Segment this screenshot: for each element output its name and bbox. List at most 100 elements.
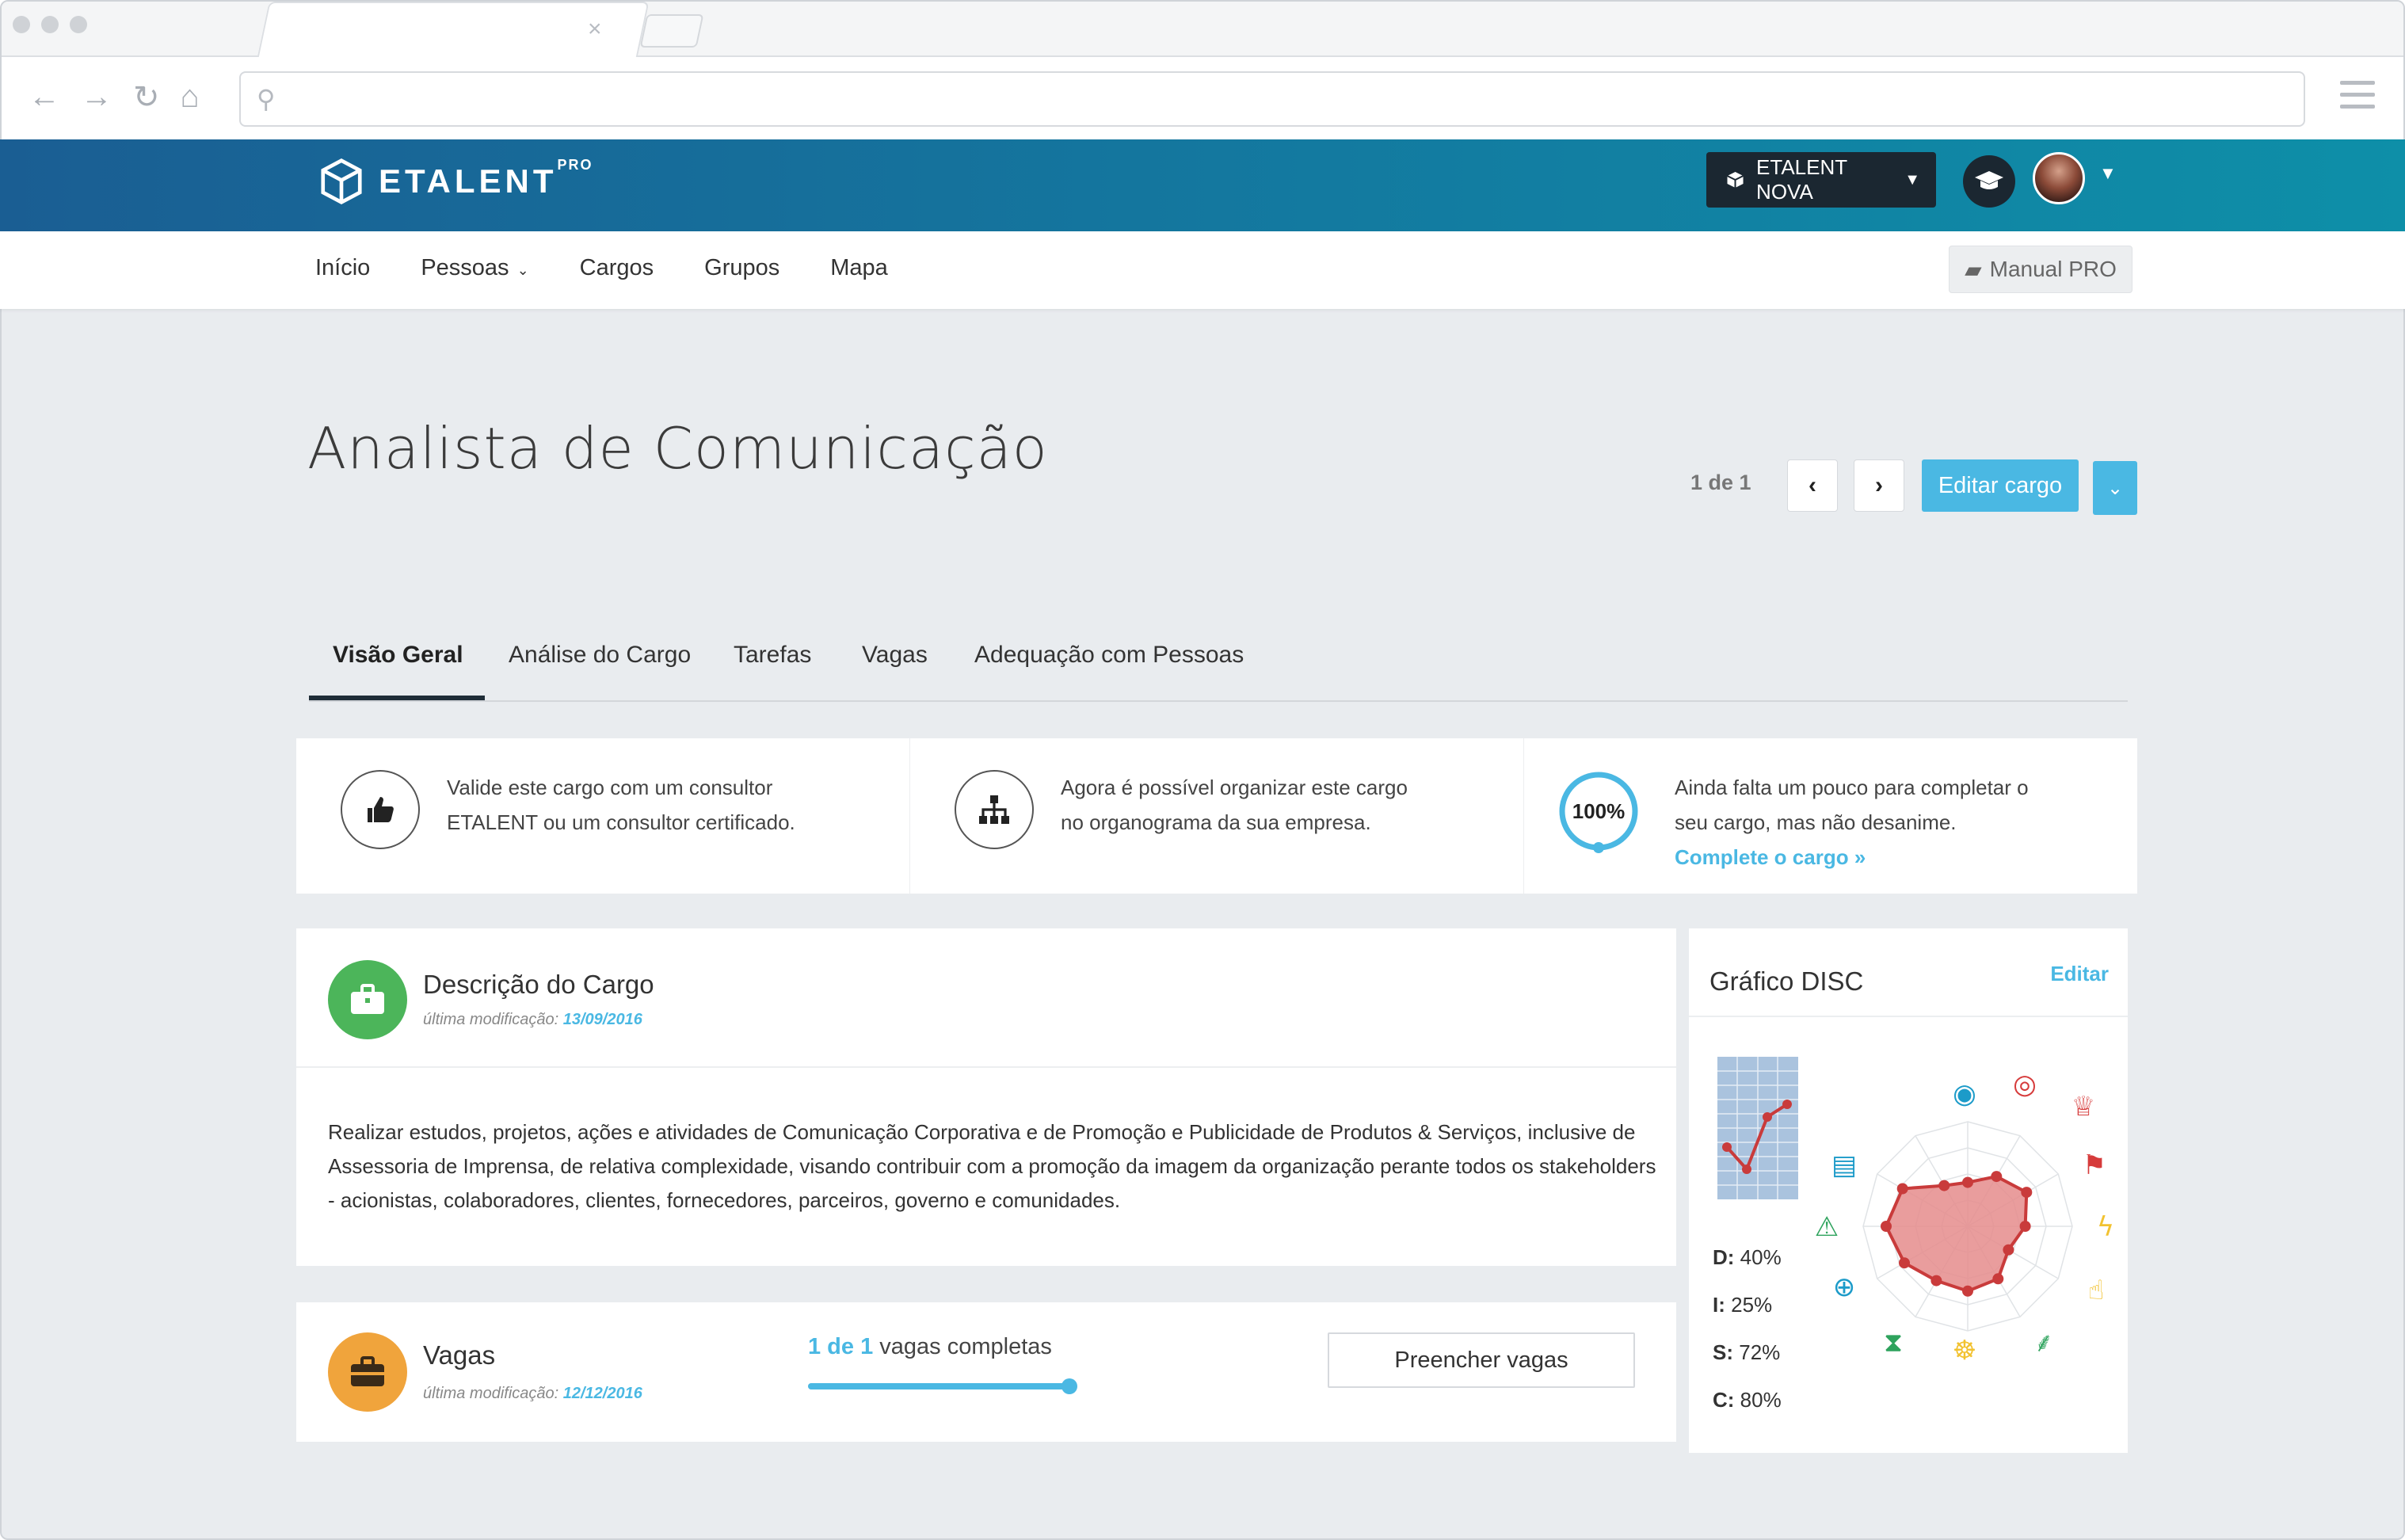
briefcase-icon <box>328 1332 407 1412</box>
disc-mini-chart <box>1717 1057 1798 1199</box>
chevron-right-icon: › <box>1875 472 1883 498</box>
tab-analise-do-cargo[interactable]: Análise do Cargo <box>509 642 691 669</box>
complete-text-line1: Ainda falta um pouco para completar o <box>1675 776 2029 799</box>
previous-button[interactable]: ‹ <box>1787 459 1838 512</box>
radar-point <box>1881 1221 1892 1232</box>
info-row: Valide este cargo com um consultor ETALE… <box>296 738 2137 894</box>
tab-tarefas[interactable]: Tarefas <box>734 642 811 669</box>
browser-menu-icon[interactable] <box>2340 81 2375 116</box>
description-last-modified: última modificação: 13/09/2016 <box>423 1011 642 1028</box>
manual-pro-button[interactable]: ▰ Manual PRO <box>1949 246 2132 293</box>
radar-point <box>1962 1285 1973 1297</box>
org-text-line1: Agora é possível organizar este cargo <box>1061 776 1408 799</box>
description-text: Realizar estudos, projetos, ações e ativ… <box>328 1120 1656 1212</box>
tab-vagas[interactable]: Vagas <box>862 642 928 669</box>
company-selector-button[interactable]: ETALENT NOVA ▼ <box>1706 152 1936 208</box>
graduation-cap-button[interactable] <box>1963 155 2015 208</box>
reload-icon[interactable]: ↻ <box>133 79 160 116</box>
lightning-icon: ϟ <box>2097 1211 2114 1243</box>
complete-cargo-link[interactable]: Complete o cargo » <box>1675 840 2029 875</box>
vagas-title: Vagas <box>423 1340 496 1370</box>
forward-arrow-icon[interactable]: → <box>81 79 112 116</box>
vagas-card: Vagas última modificação: 12/12/2016 1 d… <box>296 1302 1676 1442</box>
disc-chart-card: Gráfico DISC Editar ◉ ◎ ♕ ⚑ ϟ ☝ ⸙ ☸ ⧗ ⊕ … <box>1689 928 2128 1453</box>
radar-point <box>2003 1244 2014 1256</box>
tab-adequacao-com-pessoas[interactable]: Adequação com Pessoas <box>974 642 1244 669</box>
user-menu-caret-icon[interactable]: ▼ <box>2099 163 2117 184</box>
radar-point <box>2019 1221 2031 1232</box>
validate-text-line2: ETALENT ou um consultor certificado. <box>447 810 795 834</box>
browser-toolbar: ← → ↻ ⌂ ⚲ <box>2 57 2403 141</box>
chevron-down-icon: ⌄ <box>2106 477 2124 499</box>
address-bar[interactable]: ⚲ <box>239 71 2305 127</box>
vagas-progress-bar <box>808 1378 1077 1394</box>
description-title: Descrição do Cargo <box>423 970 654 999</box>
completion-panel: 100% Ainda falta um pouco para completar… <box>1524 738 2137 894</box>
thumbs-up-icon <box>341 770 420 849</box>
menu-item-grupos[interactable]: Grupos <box>704 255 779 281</box>
home-icon[interactable]: ⌂ <box>181 79 200 116</box>
main-menu-bar: Início Pessoas ⌄ Cargos Grupos Mapa ▰ Man… <box>0 231 2405 309</box>
complete-text-line2: seu cargo, mas não desanime. <box>1675 810 1957 834</box>
validate-cargo-panel[interactable]: Valide este cargo com um consultor ETALE… <box>296 738 910 894</box>
vagas-progress-label: 1 de 1 vagas completas <box>808 1334 1052 1359</box>
warning-icon: ⚠ <box>1815 1211 1839 1243</box>
handshake-icon: ☸ <box>1953 1335 1976 1367</box>
trophy-icon: ♕ <box>2072 1091 2095 1123</box>
completion-percentage: 100% <box>1572 799 1626 823</box>
app-header: ETALENTPRO ETALENT NOVA ▼ ▼ <box>0 139 2405 231</box>
disc-legend-s: S: 72% <box>1713 1340 1781 1364</box>
radar-point <box>1930 1275 1942 1287</box>
active-tab-indicator <box>309 696 485 700</box>
next-button[interactable]: › <box>1854 459 1904 512</box>
menu-item-inicio[interactable]: Início <box>315 255 370 281</box>
calculator-icon: ▤ <box>1831 1149 1857 1181</box>
disc-legend-d: D: 40% <box>1713 1245 1782 1269</box>
new-tab-button[interactable] <box>639 14 704 48</box>
user-avatar[interactable] <box>2033 152 2085 204</box>
job-description-card: Descrição do Cargo última modificação: 1… <box>296 928 1676 1266</box>
logo-cube-icon <box>321 158 362 204</box>
content-tabs: Visão Geral Análise do Cargo Tarefas Vag… <box>309 619 2128 702</box>
browser-tab-bar: × <box>2 2 2403 59</box>
pager-text: 1 de 1 <box>1690 471 1751 494</box>
radar-point <box>1899 1257 1910 1269</box>
edit-options-dropdown[interactable]: ⌄ <box>2093 461 2137 515</box>
page-title: Analista de Comunicação <box>307 415 1048 482</box>
compass-icon: ⊕ <box>1833 1271 1856 1303</box>
org-text-line2: no organograma da sua empresa. <box>1061 810 1371 834</box>
fill-vacancies-button[interactable]: Preencher vagas <box>1328 1332 1635 1388</box>
menu-item-cargos[interactable]: Cargos <box>580 255 654 281</box>
radar-point <box>1938 1180 1950 1191</box>
org-chart-icon <box>955 770 1034 849</box>
caret-down-icon: ▼ <box>1904 170 1920 189</box>
vagas-last-modified: última modificação: 12/12/2016 <box>423 1385 642 1402</box>
radar-point <box>2021 1187 2033 1199</box>
edit-cargo-button[interactable]: Editar cargo <box>1922 459 2079 512</box>
radar-point <box>1896 1183 1908 1195</box>
search-icon: ⚲ <box>257 85 276 113</box>
plant-icon: ⸙ <box>2033 1327 2054 1359</box>
eye-icon: ◉ <box>1953 1078 1976 1110</box>
company-name: ETALENT NOVA <box>1756 155 1847 204</box>
disc-title: Gráfico DISC <box>1709 966 1864 996</box>
flag-icon: ⚑ <box>2083 1149 2106 1181</box>
disc-legend-c: C: 80% <box>1713 1388 1782 1412</box>
etalent-logo[interactable]: ETALENTPRO <box>317 157 593 206</box>
hourglass-icon: ⧗ <box>1884 1327 1903 1359</box>
chevron-left-icon: ‹ <box>1809 472 1816 498</box>
thumbs-up-yellow-icon: ☝ <box>2088 1275 2105 1306</box>
target-icon: ◎ <box>2013 1069 2037 1100</box>
organogram-panel[interactable]: Agora é possível organizar este cargo no… <box>910 738 1524 894</box>
window-controls[interactable] <box>13 16 87 33</box>
briefcase-icon <box>328 960 407 1039</box>
tab-visao-geral[interactable]: Visão Geral <box>333 642 463 669</box>
manual-pro-label: Manual PRO <box>1989 257 2117 281</box>
radar-point <box>1991 1171 2003 1183</box>
menu-item-pessoas[interactable]: Pessoas ⌄ <box>421 255 528 281</box>
menu-item-mapa[interactable]: Mapa <box>830 255 888 281</box>
close-tab-icon[interactable]: × <box>588 16 602 43</box>
disc-edit-link[interactable]: Editar <box>2050 962 2109 986</box>
back-arrow-icon[interactable]: ← <box>29 79 60 116</box>
book-icon: ▰ <box>1965 257 1982 282</box>
